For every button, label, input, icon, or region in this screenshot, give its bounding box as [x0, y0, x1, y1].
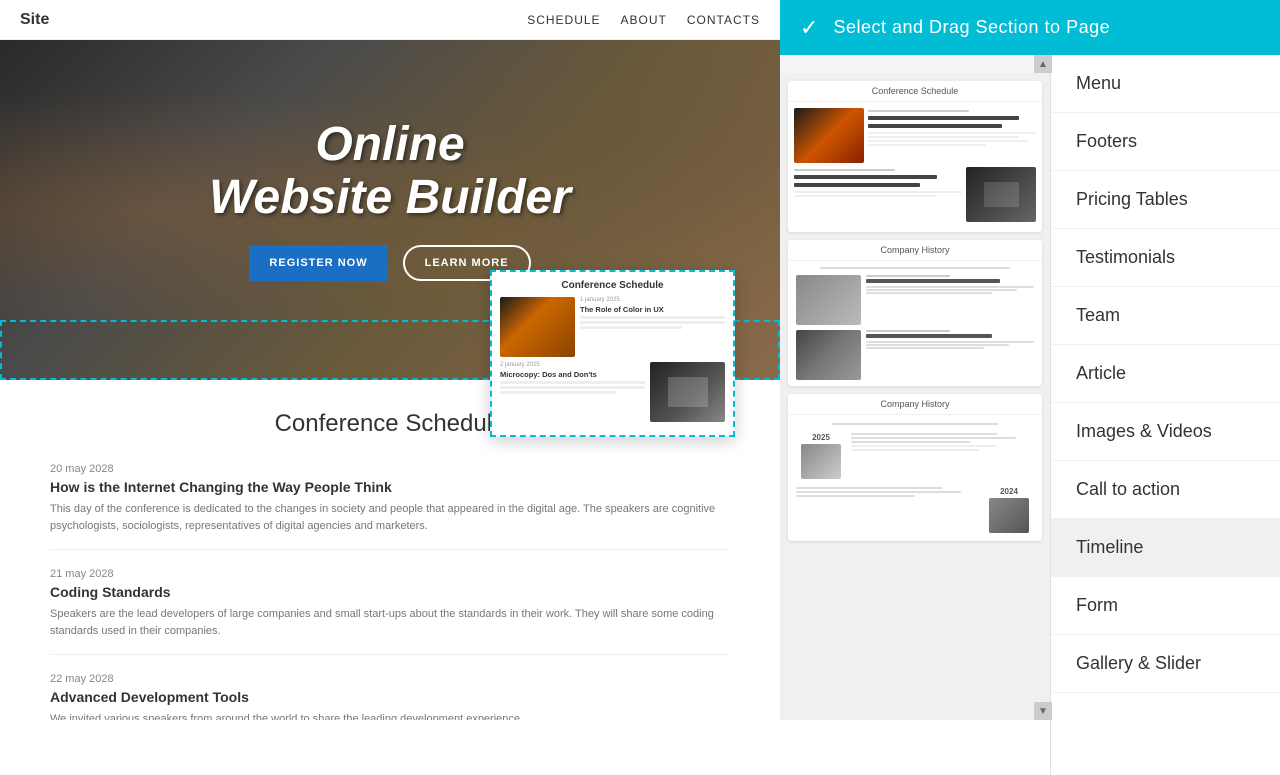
section-item-form[interactable]: Form — [1051, 577, 1280, 635]
section-item-team[interactable]: Team — [1051, 287, 1280, 345]
thumb-inner-conf — [788, 102, 1042, 232]
timeline-content-2 — [796, 487, 979, 499]
thumb-text-2 — [794, 167, 962, 222]
nav-contacts[interactable]: CONTACTS — [687, 13, 760, 27]
thumb-title-conf: Conference Schedule — [788, 81, 1042, 102]
section-item-images-videos[interactable]: Images & Videos — [1051, 403, 1280, 461]
schedule-item-body-0: This day of the conference is dedicated … — [50, 501, 730, 534]
section-item-timeline[interactable]: Timeline — [1051, 519, 1280, 577]
schedule-item-title-1: Coding Standards — [50, 584, 730, 600]
hero-title: Online Website Builder — [209, 119, 571, 225]
dp-date-2: 2 january 2025 — [500, 362, 645, 368]
thumb-row-2 — [794, 167, 1036, 222]
dp-title-1: The Role of Color in UX — [580, 305, 725, 314]
thumbnails-column[interactable]: Conference Schedule — [780, 73, 1050, 720]
schedule-item-title-2: Advanced Development Tools — [50, 689, 730, 705]
scroll-down-button[interactable]: ▼ — [1034, 702, 1052, 720]
panel-title: Select and Drag Section to Page — [833, 17, 1110, 38]
schedule-date-1: 21 may 2028 — [50, 568, 730, 580]
register-button[interactable]: REGISTER NOW — [249, 245, 387, 281]
dp-text-2: 2 january 2025 Microcopy: Dos and Don'ts — [500, 362, 645, 422]
site-nav: SCHEDULE ABOUT CONTACTS — [527, 13, 760, 27]
thumb-img-speaker — [794, 108, 864, 163]
dp-date-1: 1 january 2025 — [580, 297, 725, 303]
dp-body-2 — [500, 381, 645, 394]
thumb-title-company-1: Company History — [788, 240, 1042, 261]
section-item-testimonials[interactable]: Testimonials — [1051, 229, 1280, 287]
section-item-pricing-tables[interactable]: Pricing Tables — [1051, 171, 1280, 229]
schedule-date-2: 22 may 2028 — [50, 673, 730, 685]
timeline-left-1: 2025 — [796, 433, 846, 479]
schedule-item-2: 22 may 2028 Advanced Development Tools W… — [50, 673, 730, 720]
timeline-row-2: 2024 — [796, 487, 1034, 533]
thumbnail-conference-schedule[interactable]: Conference Schedule — [788, 81, 1042, 232]
check-icon: ✓ — [800, 15, 818, 41]
schedule-item-body-1: Speakers are the lead developers of larg… — [50, 606, 730, 639]
dp-title-2: Microcopy: Dos and Don'ts — [500, 370, 645, 379]
thumbnail-company-history-1[interactable]: Company History — [788, 240, 1042, 386]
thumb-inner-company-1 — [788, 261, 1042, 386]
section-item-menu[interactable]: Menu — [1051, 55, 1280, 113]
section-drag-header: ✓ Select and Drag Section to Page — [780, 0, 1280, 55]
sections-list-inner: MenuFootersPricing TablesTestimonialsTea… — [1051, 55, 1280, 693]
dp-body-1 — [580, 316, 725, 329]
timeline-row-1: 2025 — [796, 433, 1034, 479]
thumb-text-1 — [868, 108, 1036, 163]
sections-list: MenuFootersPricing TablesTestimonialsTea… — [1050, 55, 1280, 775]
dp-image-1 — [500, 297, 575, 357]
dp-text-1: 1 january 2025 The Role of Color in UX — [580, 297, 725, 357]
section-item-call-to-action[interactable]: Call to action — [1051, 461, 1280, 519]
site-topbar: Site SCHEDULE ABOUT CONTACTS — [0, 0, 780, 40]
schedule-item-0: 20 may 2028 How is the Internet Changing… — [50, 463, 730, 550]
nav-schedule[interactable]: SCHEDULE — [527, 13, 600, 27]
site-logo: Site — [20, 11, 49, 29]
schedule-item-1: 21 may 2028 Coding Standards Speakers ar… — [50, 568, 730, 655]
timeline-right-2: 2024 — [984, 487, 1034, 533]
drag-preview-card[interactable]: Conference Schedule 1 january 2025 The R… — [490, 270, 735, 437]
schedule-date-0: 20 may 2028 — [50, 463, 730, 475]
dp-image-2 — [650, 362, 725, 422]
schedule-item-title-0: How is the Internet Changing the Way Peo… — [50, 479, 730, 495]
thumb-title-company-2: Company History — [788, 394, 1042, 415]
thumbnail-company-history-2[interactable]: Company History 2025 — [788, 394, 1042, 541]
nav-about[interactable]: ABOUT — [621, 13, 667, 27]
company-text-2 — [866, 330, 1034, 380]
thumb-img-presentation — [966, 167, 1036, 222]
right-panel: ▲ Conference Schedule — [780, 55, 1280, 720]
company-row-2 — [796, 330, 1034, 380]
drag-preview-title: Conference Schedule — [500, 280, 725, 291]
thumb-inner-company-2: 2025 — [788, 415, 1042, 541]
schedule-item-body-2: We invited various speakers from around … — [50, 711, 730, 720]
section-item-gallery-slider[interactable]: Gallery & Slider — [1051, 635, 1280, 693]
thumb-row-1 — [794, 108, 1036, 163]
drag-preview-row-2: 2 january 2025 Microcopy: Dos and Don'ts — [500, 362, 725, 422]
section-item-footers[interactable]: Footers — [1051, 113, 1280, 171]
timeline-content-1 — [851, 433, 1034, 451]
scroll-up-button[interactable]: ▲ — [1034, 55, 1052, 73]
section-item-article[interactable]: Article — [1051, 345, 1280, 403]
website-preview: Site SCHEDULE ABOUT CONTACTS Online Webs… — [0, 0, 780, 720]
company-text-1 — [866, 275, 1034, 325]
drag-preview-row-1: 1 january 2025 The Role of Color in UX — [500, 297, 725, 357]
company-row-1 — [796, 275, 1034, 325]
